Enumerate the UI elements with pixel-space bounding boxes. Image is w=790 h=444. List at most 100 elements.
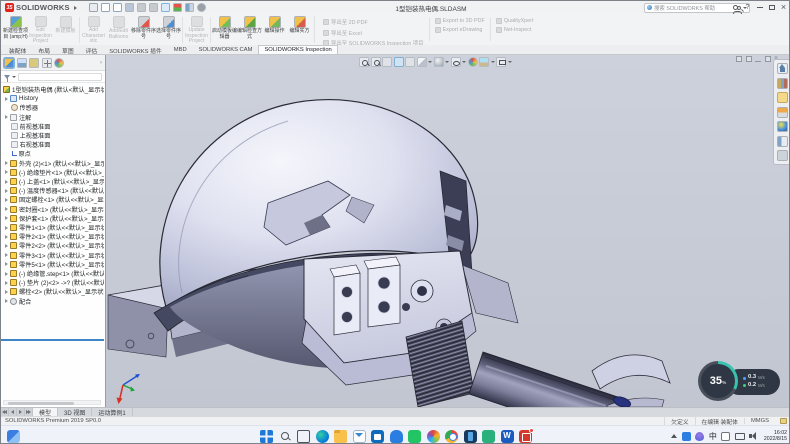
tree-item[interactable]: 固定螺栓<1> (默认<<默认>_显示状 (1, 195, 104, 204)
file-explorer-taskbar-icon[interactable] (334, 430, 347, 443)
tab-scroll-left-button[interactable] (9, 408, 17, 416)
doc-restore-icon[interactable] (765, 56, 771, 62)
tab-layout[interactable]: 布局 (32, 45, 56, 54)
tree-item[interactable]: (-) 温度传感器<1> (默认<<默认>_显 (1, 186, 104, 195)
new-inspection-project-button[interactable]: 新建检查项目 (amp;H) (3, 15, 28, 45)
dropdown-icon[interactable] (428, 61, 432, 63)
expander-icon[interactable] (5, 299, 8, 303)
tab-sketch[interactable]: 草图 (56, 45, 80, 54)
chrome-icon[interactable] (445, 430, 458, 443)
hide-show-items-icon[interactable] (451, 57, 461, 67)
dimxpert-manager-tab-icon[interactable] (42, 58, 52, 68)
ime-keyboard-icon[interactable] (721, 432, 730, 441)
edit-appearance-icon[interactable] (468, 57, 478, 67)
tree-item[interactable]: 螺栓<2> (默认<<默认>_显示状态 (1, 287, 104, 296)
tree-item[interactable]: 零件2<1> (默认<<默认>_显示状态 (1, 232, 104, 241)
dropdown-icon[interactable] (445, 61, 449, 63)
tree-item[interactable]: 保护套<1> (默认<<默认>_显示状态 (1, 214, 104, 223)
design-library-icon[interactable] (777, 78, 788, 89)
tree-item[interactable]: 原点 (1, 149, 104, 158)
annotation-visibility-icon[interactable] (405, 57, 415, 67)
tree-item[interactable]: History (1, 94, 104, 103)
appearances-scenes-icon[interactable] (777, 121, 788, 132)
expander-icon[interactable] (5, 115, 8, 119)
expander-icon[interactable] (5, 262, 8, 266)
hidden-icons-chevron-icon[interactable] (671, 434, 677, 438)
expander-icon[interactable] (5, 281, 8, 285)
expander-icon[interactable] (5, 253, 8, 257)
dropdown-icon[interactable] (462, 61, 466, 63)
select-cursor-icon[interactable] (161, 3, 170, 12)
minimize-icon[interactable] (757, 7, 763, 8)
tab-solidworks-inspection[interactable]: SOLIDWORKS Inspection (258, 45, 337, 54)
panel-tab-overflow-icon[interactable]: › (100, 60, 102, 66)
previous-view-icon[interactable] (382, 57, 392, 67)
home-icon[interactable] (89, 3, 98, 12)
rebuild-icon[interactable] (173, 3, 182, 12)
tab-motion-study[interactable]: 运动算例1 (92, 408, 132, 416)
expander-icon[interactable] (5, 226, 8, 230)
sign-in-icon[interactable] (733, 5, 738, 10)
performance-monitor-widget[interactable]: 35% (698, 361, 738, 401)
tree-item[interactable]: 前视基准面 (1, 122, 104, 131)
view-palette-icon[interactable] (777, 107, 788, 118)
view-settings-icon[interactable] (496, 57, 506, 67)
color-wheel-app-icon[interactable] (427, 430, 440, 443)
scrollbar-thumb[interactable] (8, 402, 74, 405)
feature-manager-tab-icon[interactable] (4, 58, 14, 68)
expander-icon[interactable] (5, 180, 8, 184)
zoom-fit-icon[interactable] (359, 57, 369, 67)
filter-dropdown-icon[interactable] (12, 76, 16, 78)
section-view-icon[interactable] (394, 57, 404, 67)
store-icon[interactable] (371, 430, 384, 443)
doc-minimize-icon[interactable] (755, 61, 761, 62)
tab-evaluate[interactable]: 评估 (80, 45, 104, 54)
solidworks-taskbar-icon[interactable] (519, 430, 532, 443)
expander-icon[interactable] (5, 216, 8, 220)
tree-item[interactable]: (-) 绝缘垫片<1> (默认<<默认>_显示 (1, 168, 104, 177)
taskbar-search-icon[interactable] (279, 430, 292, 443)
green-app-icon[interactable] (408, 430, 421, 443)
tree-item[interactable]: 上视基准面 (1, 131, 104, 140)
tab-solidworks-cam[interactable]: SOLIDWORKS CAM (193, 45, 259, 54)
expander-icon[interactable] (5, 161, 8, 165)
graphics-viewport[interactable]: × 35% 0.3M/s 0.2M/s (106, 55, 790, 407)
word-icon[interactable] (501, 430, 514, 443)
tree-item[interactable]: 右视基准面 (1, 140, 104, 149)
ime-language-indicator[interactable]: 中 (709, 432, 717, 441)
tree-item[interactable]: 零件1<1> (默认<<默认>_显示状态 (1, 223, 104, 232)
tree-item-root[interactable]: 1型铠装热电偶 (默认<默认_显示状态-1 (1, 85, 104, 94)
cad-model-3d-view[interactable] (106, 55, 790, 407)
display-style-icon[interactable] (434, 57, 444, 67)
tree-item[interactable]: 零件3<1> (默认<<默认>_显示状态 (1, 251, 104, 260)
zoom-area-icon[interactable] (371, 57, 381, 67)
expander-icon[interactable] (5, 198, 8, 202)
cast-screen-icon[interactable] (735, 433, 745, 440)
tree-item[interactable]: 注解 (1, 113, 104, 122)
dropdown-icon[interactable] (508, 61, 512, 63)
wps-icon[interactable] (482, 430, 495, 443)
tree-item[interactable]: (-) 绝缘管.step<1> (默认<<默认>_显 (1, 269, 104, 278)
tree-item[interactable]: (-) 上盖<1> (默认<<默认>_显示状态 (1, 177, 104, 186)
rollback-bar[interactable] (1, 339, 104, 341)
phone-link-icon[interactable] (464, 430, 477, 443)
tree-item[interactable]: 零件5<1> (默认<<默认>_显示状态 (1, 260, 104, 269)
expander-icon[interactable] (5, 290, 8, 294)
configuration-manager-tab-icon[interactable] (29, 58, 39, 68)
tree-item-mates[interactable]: 配合 (1, 297, 104, 306)
start-button-icon[interactable] (260, 430, 273, 443)
solidworks-forum-icon[interactable] (777, 150, 788, 161)
volume-icon[interactable] (749, 432, 759, 441)
edit-operations-button[interactable]: 编辑操作 (262, 15, 287, 45)
select-balloons-button[interactable]: 选择零件序号 (156, 15, 181, 45)
open-icon[interactable] (113, 3, 122, 12)
tab-model[interactable]: 模型 (33, 408, 58, 416)
new-window-icon[interactable] (736, 56, 742, 62)
remove-balloons-button[interactable]: 移除零件序号 (131, 15, 156, 45)
edit-inspection-methods-button[interactable]: 编辑检查方式 (237, 15, 262, 45)
tree-item[interactable]: 传感器 (1, 103, 104, 112)
solidworks-resources-icon[interactable] (777, 63, 788, 74)
display-manager-tab-icon[interactable] (54, 58, 64, 68)
tree-item[interactable]: 零件2<2> (默认<<默认>_显示状态 (1, 241, 104, 250)
options-gear-icon[interactable] (197, 3, 206, 12)
